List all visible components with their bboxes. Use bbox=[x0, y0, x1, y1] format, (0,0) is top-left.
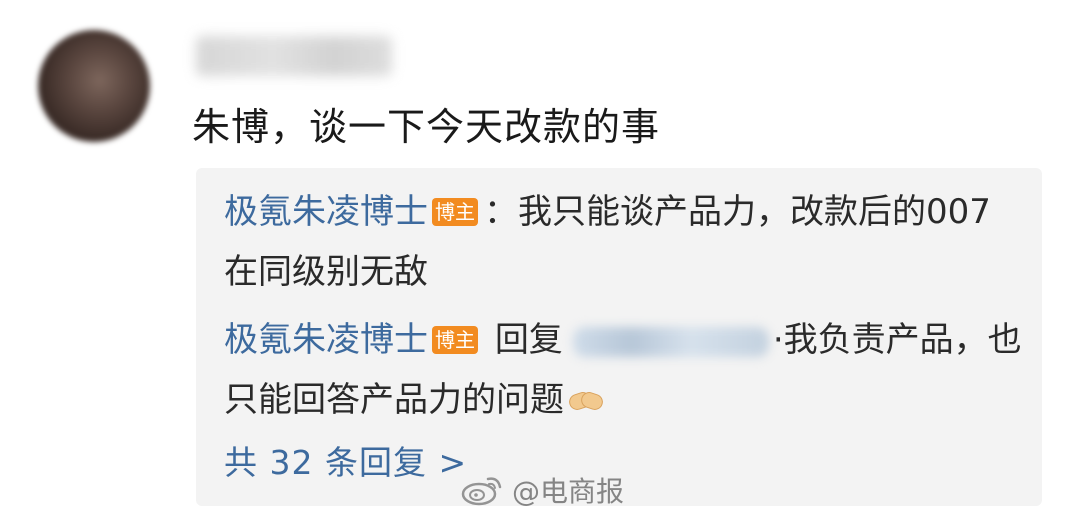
watermark-text: @电商报 bbox=[512, 475, 625, 508]
more-replies-link[interactable]: 共 32 条回复 > bbox=[224, 436, 467, 484]
comment-screen: 朱博，谈一下今天改款的事 极氪朱凌博士 博主 ：我只能谈产品力，改款后的007在同级… bbox=[0, 0, 1080, 516]
weibo-logo-icon bbox=[461, 477, 502, 506]
blurred-username[interactable] bbox=[196, 36, 392, 76]
handshake-emoji-icon bbox=[567, 387, 605, 413]
comment-text: 朱博，谈一下今天改款的事 bbox=[192, 105, 661, 149]
reply-separator: · bbox=[772, 320, 784, 360]
blogger-badge: 博主 bbox=[432, 326, 478, 354]
reply-item[interactable]: 极氪朱凌博士 博主 回复 ·我负责产品，也只能回答产品力的问题 bbox=[224, 310, 1024, 430]
reply-item[interactable]: 极氪朱凌博士 博主 ：我只能谈产品力，改款后的007在同级别无敌 bbox=[224, 182, 1024, 302]
reply-prefix: 回复 bbox=[494, 320, 563, 360]
reply-author[interactable]: 极氪朱凌博士 bbox=[224, 192, 428, 232]
reply-author[interactable]: 极氪朱凌博士 bbox=[224, 320, 428, 360]
blogger-badge: 博主 bbox=[432, 198, 478, 226]
reply-box: 极氪朱凌博士 博主 ：我只能谈产品力，改款后的007在同级别无敌 极氪朱凌博士 博主 … bbox=[196, 168, 1042, 506]
reply-separator: ： bbox=[484, 192, 518, 232]
watermark: @电商报 bbox=[460, 470, 624, 510]
blurred-reply-target[interactable] bbox=[572, 326, 769, 357]
avatar[interactable] bbox=[38, 30, 150, 142]
